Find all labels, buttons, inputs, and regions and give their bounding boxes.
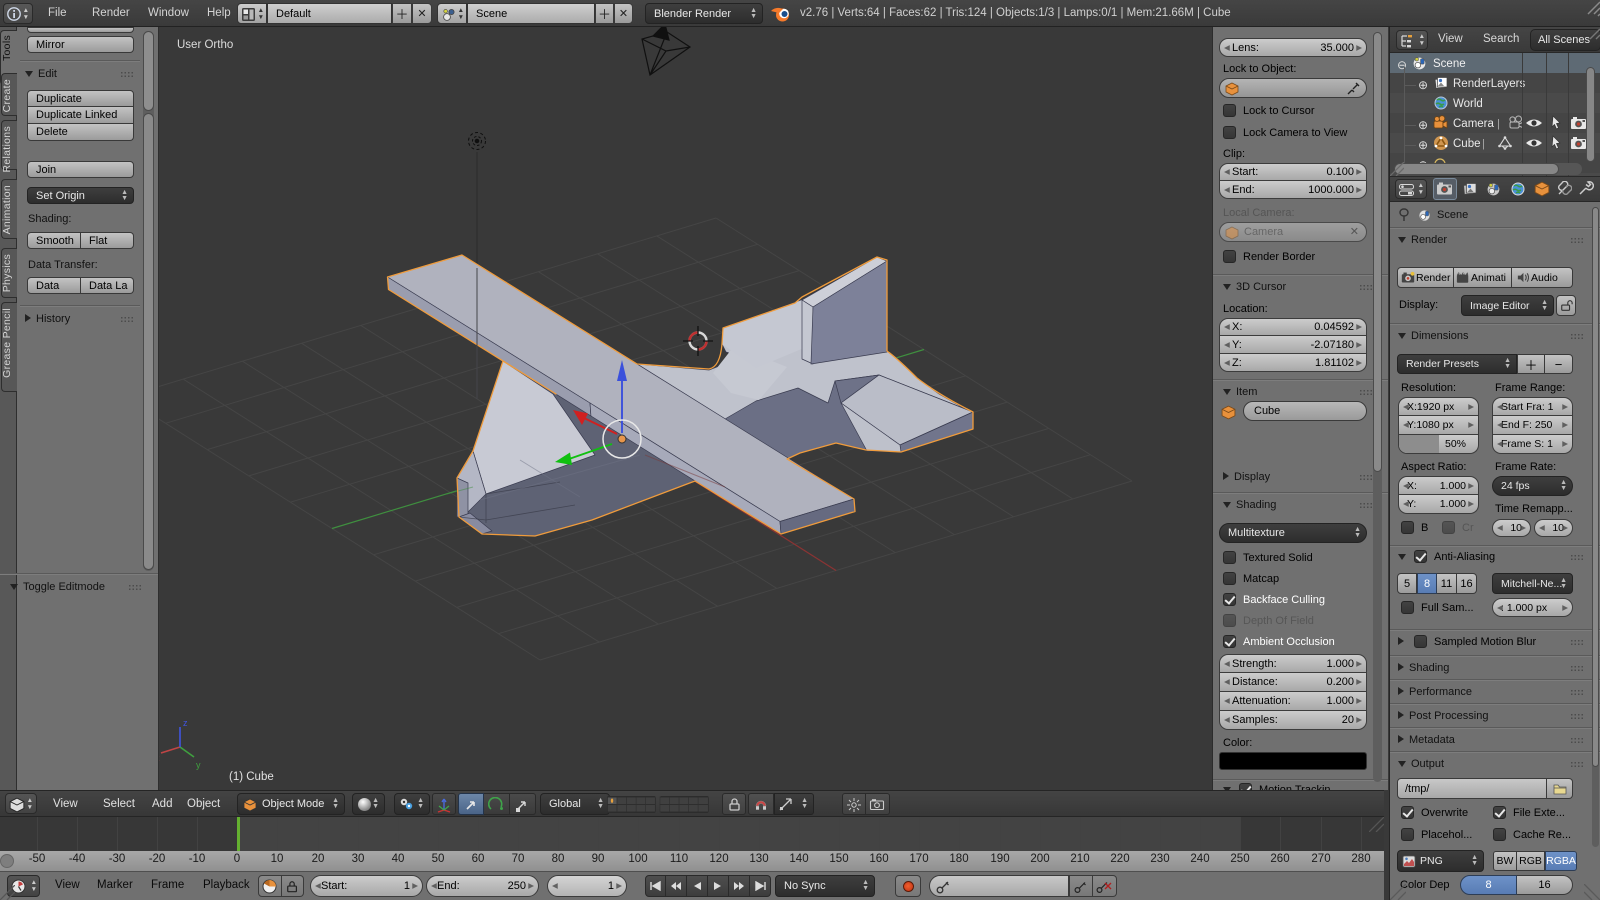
svg-text:z: z: [183, 718, 188, 728]
svg-text:x: x: [159, 753, 160, 763]
svg-text:User Ortho: User Ortho: [177, 39, 233, 51]
svg-text:y: y: [196, 760, 201, 770]
svg-text:(1) Cube: (1) Cube: [229, 771, 274, 783]
